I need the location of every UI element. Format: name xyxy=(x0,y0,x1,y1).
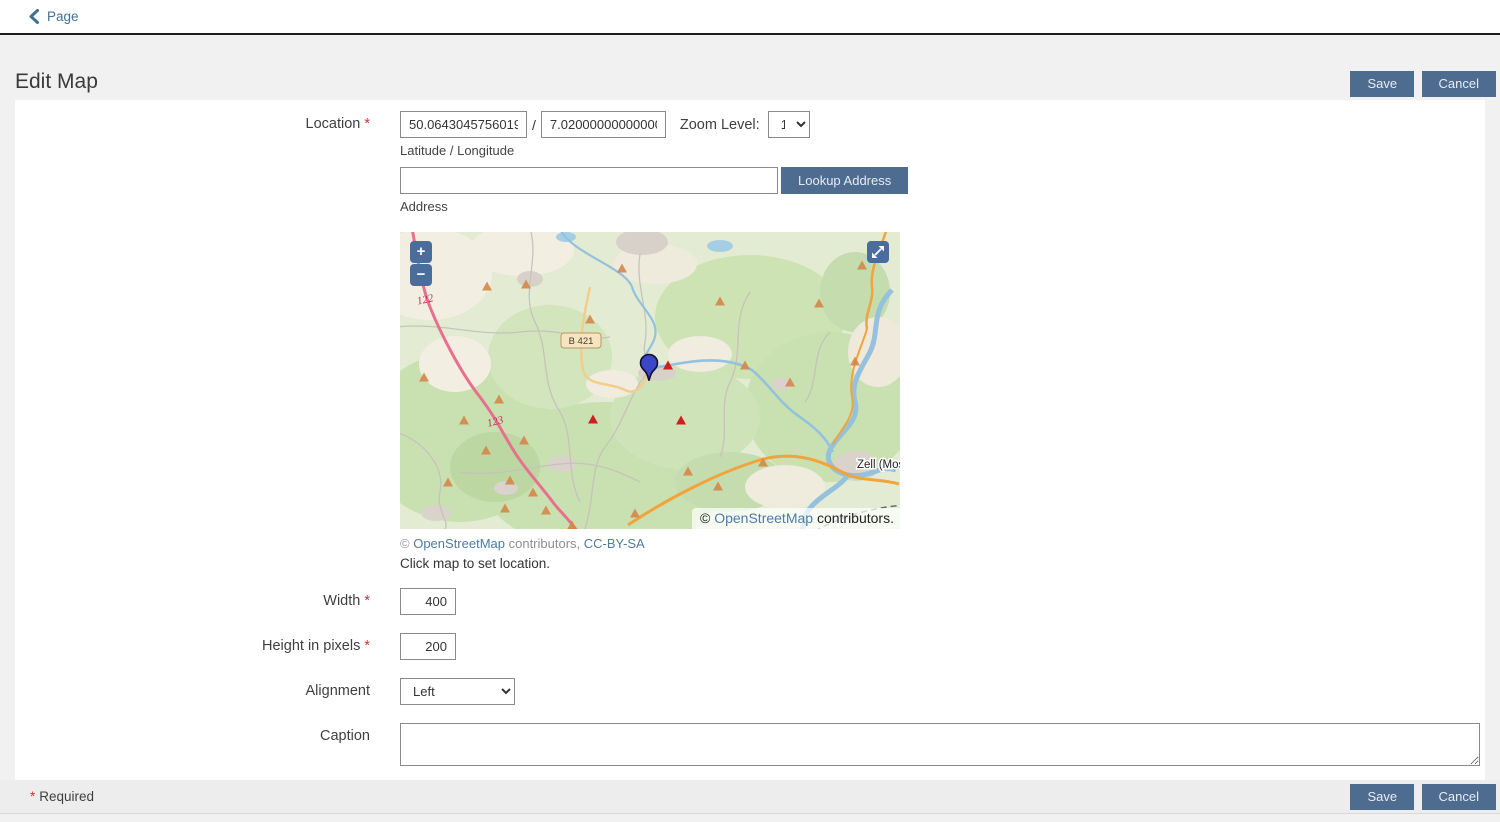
width-input[interactable] xyxy=(400,588,456,615)
map-zoom-in-button[interactable]: + xyxy=(410,241,432,263)
cc-by-sa-link[interactable]: CC-BY-SA xyxy=(584,536,645,551)
map-label-spacer xyxy=(15,232,370,588)
alignment-select[interactable]: Left xyxy=(400,678,515,705)
zoom-level-label: Zoom Level: xyxy=(680,117,760,133)
edit-map-form: Location* / Zoom Level: 11 Latitude / Lo… xyxy=(15,100,1485,780)
route-shield-b421: B 421 xyxy=(561,333,601,348)
osm-link[interactable]: OpenStreetMap xyxy=(714,510,813,526)
map-license-line: © OpenStreetMap contributors, CC-BY-SA xyxy=(400,536,1480,551)
header-actions: Save Cancel xyxy=(1350,71,1496,97)
required-asterisk: * xyxy=(364,638,370,654)
caption-row: Caption xyxy=(15,723,1485,771)
footer-save-button[interactable]: Save xyxy=(1350,784,1414,810)
expand-icon xyxy=(871,245,885,259)
breadcrumb-label: Page xyxy=(47,9,79,24)
lookup-address-button[interactable]: Lookup Address xyxy=(781,167,908,194)
osm-license-link[interactable]: OpenStreetMap xyxy=(413,536,505,551)
breadcrumb-back-link[interactable]: Page xyxy=(28,9,79,24)
page-title: Edit Map xyxy=(15,70,98,97)
map-canvas[interactable]: 122 123 B 421 Zell (Mos + − xyxy=(400,232,900,529)
map-hint: Click map to set location. xyxy=(400,556,1480,571)
map-zoom-out-button[interactable]: − xyxy=(410,264,432,286)
map-tiles: 122 123 B 421 Zell (Mos xyxy=(400,232,900,529)
lat-lng-separator: / xyxy=(532,117,536,133)
map-fullscreen-button[interactable] xyxy=(867,241,889,263)
zoom-level-select[interactable]: 11 xyxy=(768,111,810,138)
width-row: Width* xyxy=(15,588,1485,633)
chevron-left-icon xyxy=(28,9,40,24)
height-row: Height in pixels* xyxy=(15,633,1485,678)
top-bar: Page xyxy=(0,0,1500,33)
width-label: Width* xyxy=(15,588,370,633)
required-asterisk: * xyxy=(364,116,370,132)
required-asterisk: * xyxy=(364,593,370,609)
alignment-label: Alignment xyxy=(15,678,370,723)
required-note: *Required xyxy=(30,789,94,804)
alignment-row: Alignment Left xyxy=(15,678,1485,723)
required-asterisk: * xyxy=(30,789,35,804)
footer-cancel-button[interactable]: Cancel xyxy=(1422,784,1496,810)
height-label: Height in pixels* xyxy=(15,633,370,678)
location-row: Location* / Zoom Level: 11 Latitude / Lo… xyxy=(15,111,1485,167)
cancel-button[interactable]: Cancel xyxy=(1422,71,1496,97)
address-input[interactable] xyxy=(400,167,778,194)
latitude-longitude-help: Latitude / Longitude xyxy=(400,143,1480,158)
map-row: 122 123 B 421 Zell (Mos + − xyxy=(15,232,1485,588)
svg-text:B 421: B 421 xyxy=(569,336,594,347)
latitude-input[interactable] xyxy=(400,111,527,138)
longitude-input[interactable] xyxy=(541,111,666,138)
town-label: Zell (Mos xyxy=(857,459,900,471)
page-header: Edit Map Save Cancel xyxy=(0,35,1500,100)
caption-textarea[interactable] xyxy=(400,723,1480,766)
height-input[interactable] xyxy=(400,633,456,660)
location-label: Location* xyxy=(15,111,370,167)
address-help: Address xyxy=(400,199,1480,214)
footer-actions: Save Cancel xyxy=(1350,784,1496,810)
footer-bar: *Required Save Cancel xyxy=(0,780,1500,814)
address-row: Lookup Address Address xyxy=(15,167,1485,232)
address-label-spacer xyxy=(15,167,370,232)
caption-label: Caption xyxy=(15,723,370,771)
map-attribution: © OpenStreetMap contributors. xyxy=(692,508,900,529)
save-button[interactable]: Save xyxy=(1350,71,1414,97)
